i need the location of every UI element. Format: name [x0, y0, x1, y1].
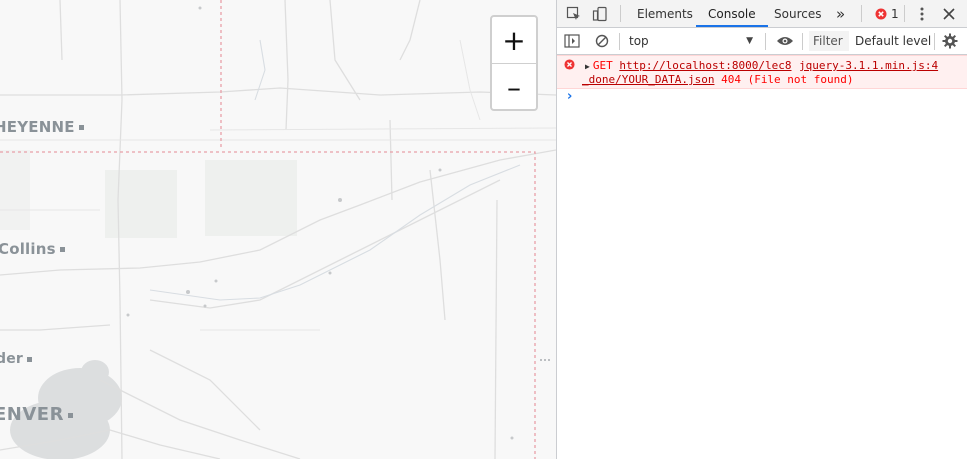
- inspect-element-icon[interactable]: [564, 4, 584, 24]
- error-count-badge[interactable]: 1: [875, 0, 899, 27]
- toolbar-divider: [802, 33, 803, 50]
- error-source-link[interactable]: jquery-3.1.1.min.js:4: [799, 59, 938, 72]
- error-count: 1: [891, 6, 899, 21]
- console-error-message[interactable]: ▶ GET http://localhost:8000/lec8 jquery-3…: [557, 55, 967, 89]
- city-marker: [78, 125, 84, 130]
- more-tabs-button[interactable]: »: [836, 0, 845, 27]
- eye-icon[interactable]: [775, 31, 795, 51]
- gear-icon[interactable]: [940, 31, 960, 51]
- error-icon: [875, 8, 887, 19]
- city-label-denver: ENVER: [0, 404, 73, 425]
- city-marker: [67, 412, 73, 418]
- zoom-out-button[interactable]: –: [492, 64, 536, 110]
- kebab-menu-icon[interactable]: [912, 4, 932, 24]
- tab-console[interactable]: Console: [696, 0, 768, 27]
- clear-console-icon[interactable]: [592, 31, 612, 51]
- expand-triangle-icon[interactable]: ▶: [585, 62, 590, 71]
- console-toolbar: top ▼ Filter Default levels: [557, 28, 967, 55]
- tab-elements[interactable]: Elements: [637, 0, 693, 27]
- city-marker: [59, 247, 65, 252]
- toolbar-divider: [904, 5, 905, 22]
- devtools-tabbar: Elements Console Sources » 1: [557, 0, 967, 28]
- context-value: top: [629, 34, 649, 48]
- context-selector[interactable]: top ▼: [623, 31, 759, 51]
- toolbar-divider: [861, 5, 862, 22]
- error-method: GET: [592, 59, 613, 72]
- zoom-in-button[interactable]: +: [492, 17, 536, 64]
- toolbar-divider: [620, 5, 621, 22]
- error-icon: [564, 59, 575, 70]
- map-view[interactable]: HEYENNE Collins der ENVER + –: [0, 0, 556, 459]
- city-marker: [27, 356, 33, 362]
- devtools-panel: Elements Console Sources » 1 top ▼ Filte…: [556, 0, 967, 459]
- error-url-link[interactable]: http://localhost:8000/lec8: [619, 59, 791, 72]
- tab-sources[interactable]: Sources: [774, 0, 821, 27]
- dropdown-arrow-icon: ▼: [746, 36, 753, 46]
- sidebar-toggle-icon[interactable]: [562, 31, 582, 51]
- map-base-layer: [0, 0, 556, 459]
- zoom-control: + –: [490, 15, 538, 111]
- error-line: ▶ GET http://localhost:8000/lec8: [585, 59, 792, 72]
- city-label-boulder: der: [0, 351, 33, 367]
- close-icon[interactable]: [939, 4, 959, 24]
- toolbar-divider: [765, 33, 766, 50]
- city-label-cheyenne: HEYENNE: [0, 118, 84, 136]
- error-line-continued: _done/YOUR_DATA.json 404 (File not found…: [582, 73, 854, 86]
- city-label-fort-collins: Collins: [0, 240, 65, 258]
- toolbar-divider: [934, 33, 935, 50]
- device-toolbar-icon[interactable]: [590, 4, 610, 24]
- error-url-link-continued[interactable]: _done/YOUR_DATA.json: [582, 73, 714, 86]
- log-levels-dropdown[interactable]: Default levels: [855, 31, 931, 51]
- error-status: 404 (File not found): [721, 73, 854, 86]
- filter-input[interactable]: Filter: [809, 31, 849, 51]
- toolbar-divider: [619, 33, 620, 50]
- console-prompt[interactable]: ›: [567, 89, 572, 104]
